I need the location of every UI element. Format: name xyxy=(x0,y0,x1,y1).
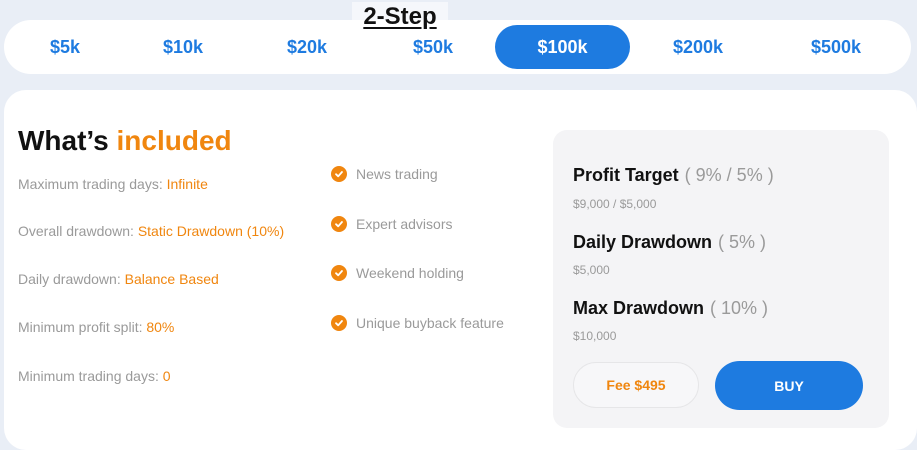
detail-label: Overall drawdown: xyxy=(18,223,138,239)
detail-value: Balance Based xyxy=(124,271,219,287)
feature-label: Weekend holding xyxy=(356,265,464,281)
feature-label: News trading xyxy=(356,166,438,182)
detail-max-trading-days: Maximum trading days: Infinite xyxy=(18,175,208,193)
detail-min-trading-days: Minimum trading days: 0 xyxy=(18,367,171,385)
daily-drawdown-amount: $5,000 xyxy=(573,263,610,277)
check-circle-icon xyxy=(331,166,347,182)
tab-500k[interactable]: $500k xyxy=(789,25,883,69)
heading-accent: included xyxy=(116,125,232,156)
daily-drawdown-title: Daily Drawdown( 5% ) xyxy=(573,231,766,253)
detail-value: Static Drawdown (10%) xyxy=(137,223,285,239)
feature-label: Unique buyback feature xyxy=(356,315,504,331)
profit-target-percent: ( 9% / 5% ) xyxy=(684,165,774,185)
detail-min-profit-split: Minimum profit split: 80% xyxy=(18,318,174,336)
feature-label: Expert advisors xyxy=(356,216,453,232)
detail-value: Infinite xyxy=(166,176,208,192)
detail-value: 0 xyxy=(162,368,171,384)
whats-included-heading: What’s included xyxy=(18,124,232,158)
feature-unique-buyback: Unique buyback feature xyxy=(331,314,504,332)
detail-label: Minimum trading days: xyxy=(18,368,163,384)
max-drawdown-amount: $10,000 xyxy=(573,329,617,343)
tab-10k[interactable]: $10k xyxy=(142,25,224,69)
max-drawdown-title: Max Drawdown( 10% ) xyxy=(573,297,768,319)
max-drawdown-percent: ( 10% ) xyxy=(710,298,769,318)
fee-badge: Fee $495 xyxy=(573,362,699,408)
profit-target-amount: $9,000 / $5,000 xyxy=(573,197,657,211)
profit-target-title: Profit Target( 9% / 5% ) xyxy=(573,164,774,186)
detail-overall-drawdown: Overall drawdown: Static Drawdown (10%) xyxy=(18,222,284,240)
check-circle-icon xyxy=(331,216,347,232)
daily-drawdown-label: Daily Drawdown xyxy=(573,232,713,252)
tab-20k[interactable]: $20k xyxy=(266,25,348,69)
feature-news-trading: News trading xyxy=(331,165,438,183)
max-drawdown-label: Max Drawdown xyxy=(573,298,705,318)
profit-target-label: Profit Target xyxy=(573,165,679,185)
tab-100k[interactable]: $100k xyxy=(495,25,630,69)
detail-label: Minimum profit split: xyxy=(18,319,147,335)
account-size-tabs: $5k $10k $20k $50k $100k $200k $500k xyxy=(4,20,911,74)
detail-label: Maximum trading days: xyxy=(18,176,167,192)
plan-type-title: 2-Step xyxy=(352,2,448,32)
check-circle-icon xyxy=(331,315,347,331)
detail-value: 80% xyxy=(146,319,175,335)
detail-daily-drawdown: Daily drawdown: Balance Based xyxy=(18,270,219,288)
feature-expert-advisors: Expert advisors xyxy=(331,215,452,233)
feature-weekend-holding: Weekend holding xyxy=(331,264,464,282)
buy-button[interactable]: BUY xyxy=(715,361,863,410)
heading-prefix: What’s xyxy=(18,125,109,156)
check-circle-icon xyxy=(331,265,347,281)
daily-drawdown-percent: ( 5% ) xyxy=(718,232,767,252)
tab-200k[interactable]: $200k xyxy=(652,25,744,69)
detail-label: Daily drawdown: xyxy=(18,271,125,287)
tab-5k[interactable]: $5k xyxy=(28,25,102,69)
